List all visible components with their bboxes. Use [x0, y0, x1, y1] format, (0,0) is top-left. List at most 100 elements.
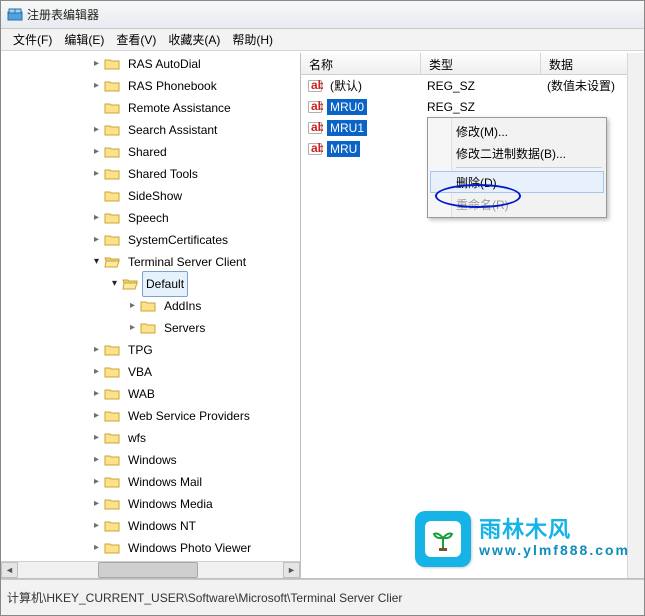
context-menu-item[interactable]: 修改(M)... — [430, 120, 604, 142]
tree-node[interactable]: ▾Terminal Server Client — [1, 251, 300, 273]
tree-node[interactable]: ▸WAB — [1, 383, 300, 405]
tree-node[interactable]: ▸wfs — [1, 427, 300, 449]
tree-node[interactable]: ▸SystemCertificates — [1, 229, 300, 251]
work-area: ▸RAS AutoDial▸RAS PhonebookRemote Assist… — [1, 53, 644, 579]
svg-text:ab: ab — [311, 78, 323, 92]
expand-icon[interactable]: ▸ — [91, 345, 102, 356]
expand-icon[interactable]: ▸ — [91, 543, 102, 554]
menu-favorites[interactable]: 收藏夹(A) — [162, 29, 226, 50]
expand-icon[interactable]: ▸ — [91, 521, 102, 532]
no-toggle — [91, 191, 102, 202]
tree-node[interactable]: ▸Speech — [1, 207, 300, 229]
expand-icon[interactable]: ▸ — [127, 301, 138, 312]
value-type: REG_SZ — [421, 79, 541, 93]
status-bar: 计算机\HKEY_CURRENT_USER\Software\Microsoft… — [1, 579, 644, 615]
value-row[interactable]: abMRU0REG_SZ — [301, 96, 644, 117]
expand-icon[interactable]: ▸ — [91, 59, 102, 70]
watermark-text: 雨林木风 www.ylmf888.com — [479, 519, 630, 559]
string-value-icon: ab — [307, 99, 323, 115]
expand-icon[interactable]: ▸ — [91, 169, 102, 180]
tree-node[interactable]: ▸Shared Tools — [1, 163, 300, 185]
tree-node[interactable]: ▸Shared — [1, 141, 300, 163]
watermark-title: 雨林木风 — [479, 519, 630, 541]
folder-icon — [104, 474, 120, 490]
svg-text:ab: ab — [311, 120, 323, 134]
column-header-type[interactable]: 类型 — [421, 53, 541, 74]
menu-help[interactable]: 帮助(H) — [226, 29, 279, 50]
menu-edit[interactable]: 编辑(E) — [58, 29, 110, 50]
expand-icon[interactable]: ▸ — [91, 147, 102, 158]
column-headers[interactable]: 名称 类型 数据 — [301, 53, 644, 75]
expand-icon[interactable]: ▸ — [91, 81, 102, 92]
registry-tree[interactable]: ▸RAS AutoDial▸RAS PhonebookRemote Assist… — [1, 53, 300, 561]
folder-open-icon — [104, 254, 120, 270]
string-value-icon: ab — [307, 141, 323, 157]
tree-node[interactable]: ▸VBA — [1, 361, 300, 383]
status-path: 计算机\HKEY_CURRENT_USER\Software\Microsoft… — [7, 589, 402, 606]
scroll-left-button[interactable]: ◄ — [1, 562, 18, 578]
list-vertical-scrollbar[interactable] — [627, 53, 644, 578]
expand-icon[interactable]: ▸ — [91, 367, 102, 378]
expand-icon[interactable]: ▸ — [91, 389, 102, 400]
expand-icon[interactable]: ▸ — [91, 499, 102, 510]
context-menu-separator — [456, 167, 602, 168]
tree-node[interactable]: ▾Default — [1, 273, 300, 295]
watermark: 雨林木风 www.ylmf888.com — [415, 511, 630, 567]
folder-icon — [104, 78, 120, 94]
folder-icon — [104, 408, 120, 424]
tree-node[interactable]: ▸Search Assistant — [1, 119, 300, 141]
expand-icon[interactable]: ▸ — [91, 235, 102, 246]
scroll-track[interactable] — [18, 562, 283, 578]
tree-node[interactable]: ▸ Servers — [1, 317, 300, 339]
expand-icon[interactable]: ▸ — [91, 213, 102, 224]
value-name: MRU — [327, 141, 360, 157]
folder-icon — [104, 496, 120, 512]
expand-icon[interactable]: ▸ — [127, 323, 138, 334]
tree-node[interactable]: ▸TPG — [1, 339, 300, 361]
expand-icon[interactable]: ▸ — [91, 455, 102, 466]
tree-node[interactable]: ▸Windows Photo Viewer — [1, 537, 300, 559]
folder-icon — [104, 56, 120, 72]
context-menu-item[interactable]: 修改二进制数据(B)... — [430, 142, 604, 164]
folder-icon — [104, 430, 120, 446]
context-menu-item[interactable]: 删除(D) — [430, 171, 604, 193]
regedit-icon — [7, 7, 23, 23]
menu-view[interactable]: 查看(V) — [110, 29, 162, 50]
scroll-right-button[interactable]: ► — [283, 562, 300, 578]
string-value-icon: ab — [307, 120, 323, 136]
folder-icon — [104, 364, 120, 380]
tree-node[interactable]: ▸RAS Phonebook — [1, 75, 300, 97]
expand-icon[interactable]: ▸ — [91, 433, 102, 444]
tree-node[interactable]: SideShow — [1, 185, 300, 207]
tree-node[interactable]: ▸Windows — [1, 449, 300, 471]
value-type: REG_SZ — [421, 100, 541, 114]
folder-icon — [104, 122, 120, 138]
column-header-name[interactable]: 名称 — [301, 53, 421, 74]
string-value-icon: ab — [307, 78, 323, 94]
folder-icon — [104, 452, 120, 468]
expand-icon[interactable]: ▸ — [91, 125, 102, 136]
tree-node[interactable]: Remote Assistance — [1, 97, 300, 119]
tree-node[interactable]: ▸AddIns — [1, 295, 300, 317]
watermark-badge — [415, 511, 471, 567]
menu-file[interactable]: 文件(F) — [7, 29, 58, 50]
tree-horizontal-scrollbar[interactable]: ◄ ► — [1, 561, 300, 578]
value-row[interactable]: ab(默认)REG_SZ(数值未设置) — [301, 75, 644, 96]
folder-open-icon — [122, 276, 138, 292]
tree-node[interactable]: ▸Windows NT — [1, 515, 300, 537]
scroll-thumb[interactable] — [98, 562, 199, 578]
collapse-icon[interactable]: ▾ — [109, 279, 120, 290]
svg-text:ab: ab — [311, 99, 323, 113]
tree-node[interactable]: ▸Windows Media — [1, 493, 300, 515]
folder-icon — [104, 342, 120, 358]
folder-icon — [104, 210, 120, 226]
tree-node[interactable]: ▸RAS AutoDial — [1, 53, 300, 75]
tree-node[interactable]: ▸Web Service Providers — [1, 405, 300, 427]
folder-icon — [104, 100, 120, 116]
tree-node-label: Servers — [160, 315, 209, 341]
collapse-icon[interactable]: ▾ — [91, 257, 102, 268]
expand-icon[interactable]: ▸ — [91, 477, 102, 488]
context-menu: 修改(M)...修改二进制数据(B)...删除(D)重命名(R) — [427, 117, 607, 218]
tree-node[interactable]: ▸Windows Mail — [1, 471, 300, 493]
expand-icon[interactable]: ▸ — [91, 411, 102, 422]
